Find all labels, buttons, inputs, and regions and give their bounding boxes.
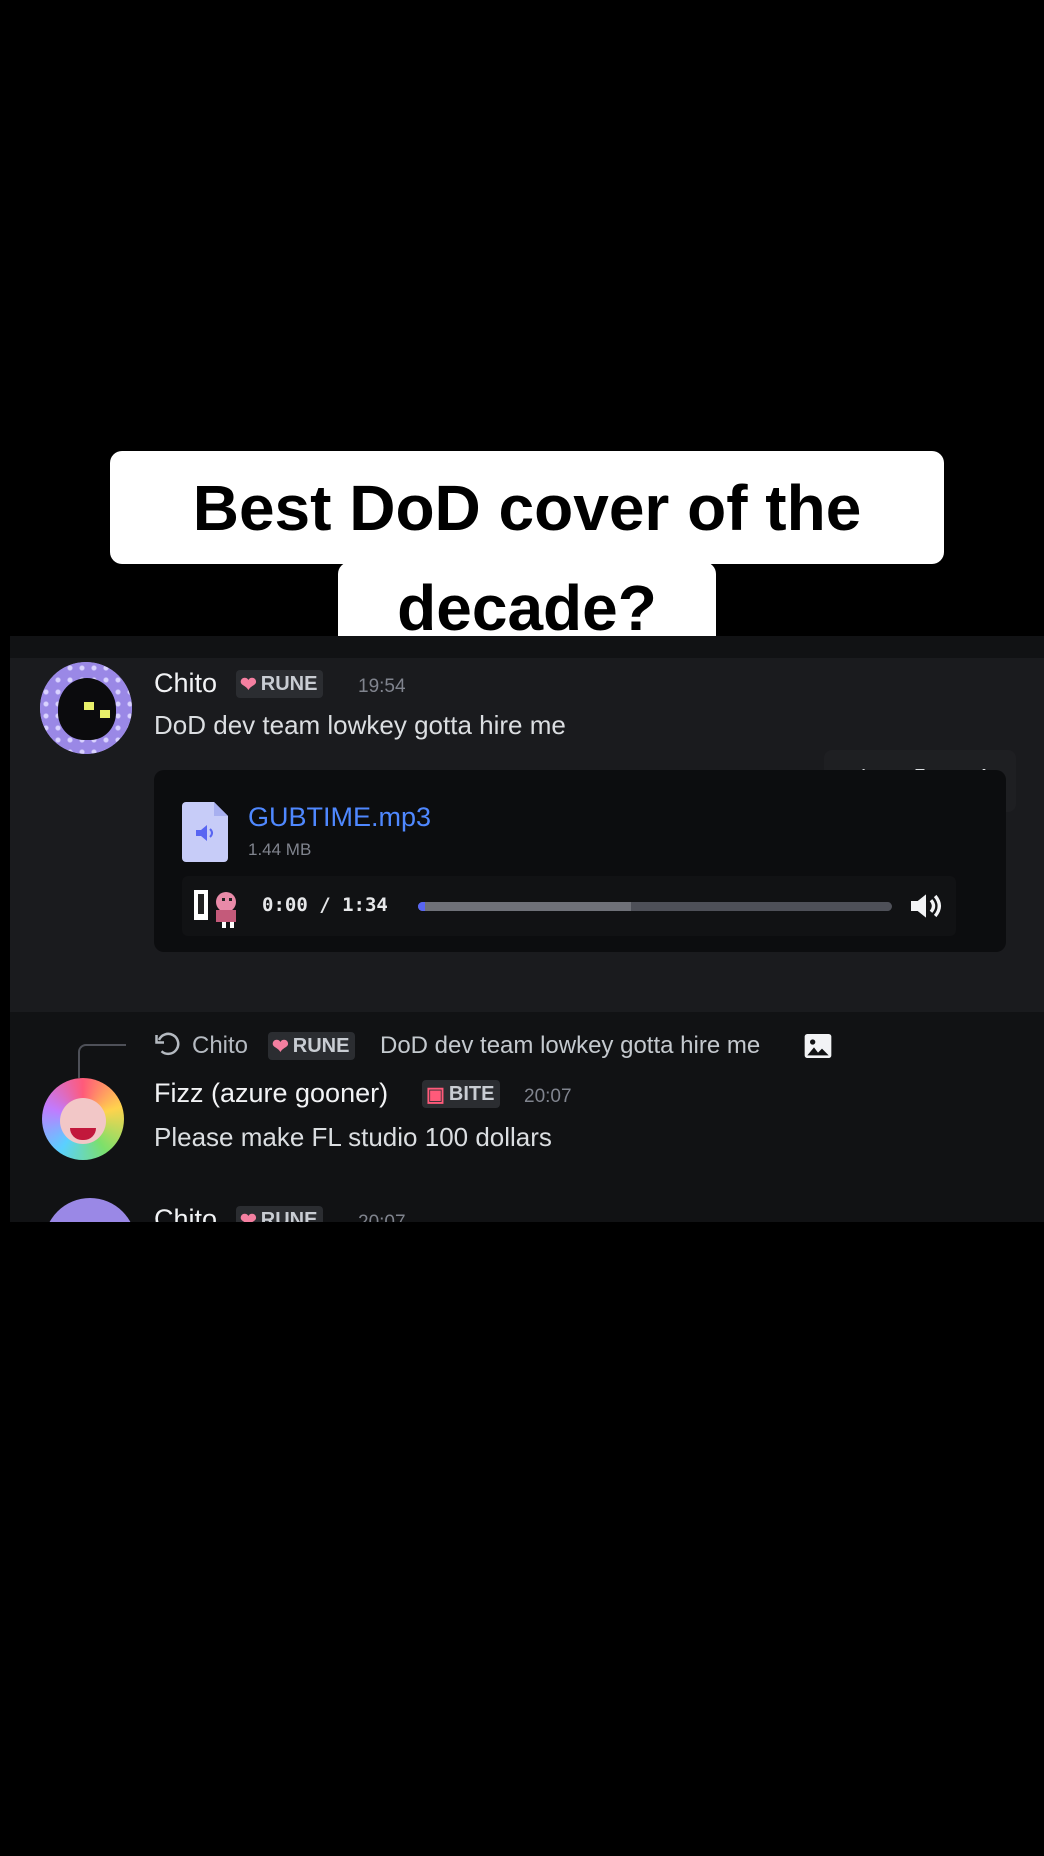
audio-player: 0:00 / 1:34 [182, 876, 956, 936]
username[interactable]: Chito [154, 1204, 217, 1222]
seek-bar[interactable] [418, 902, 892, 911]
role-badge[interactable]: ❤ RUNE [236, 670, 324, 698]
file-name-link[interactable]: GUBTIME.mp3 [248, 802, 431, 833]
reply-role-badge: ❤ RUNE [268, 1032, 356, 1060]
timestamp: 20:07 [358, 1212, 406, 1222]
caption-text-1: Best DoD cover of the [192, 471, 862, 544]
message-text: Please make FL studio 100 dollars [154, 1122, 552, 1152]
reply-username[interactable]: Chito [192, 1032, 248, 1060]
timestamp: 19:54 [358, 676, 406, 697]
caption-text-2: decade? [397, 572, 657, 644]
sprite-icon [194, 890, 236, 928]
heart-icon: ❤ [272, 1035, 289, 1058]
reply-connector [78, 1044, 126, 1078]
username[interactable]: Fizz (azure gooner) [154, 1078, 388, 1109]
badge-label: RUNE [260, 672, 318, 695]
file-size: 1.44 MB [248, 840, 312, 859]
audio-attachment: GUBTIME.mp3 1.44 MB 0:00 / 1:34 [154, 770, 1006, 952]
audio-file-icon [182, 802, 228, 862]
avatar[interactable] [42, 1078, 124, 1160]
badge-label: RUNE [260, 1208, 318, 1223]
caption-line-1: Best DoD cover of the [110, 451, 944, 564]
reply-text[interactable]: DoD dev team lowkey gotta hire me [380, 1032, 760, 1060]
volume-icon[interactable] [904, 886, 948, 926]
badge-label: BITE [448, 1082, 495, 1105]
role-badge[interactable]: ▣ BITE [422, 1080, 501, 1108]
playback-time: 0:00 / 1:34 [262, 894, 388, 916]
timestamp: 20:07 [524, 1086, 572, 1107]
image-icon [804, 1034, 832, 1058]
heart-icon: ❤ [240, 673, 257, 696]
message-text: DoD dev team lowkey gotta hire me [154, 710, 566, 740]
chat-panel: Chito ❤ RUNE 19:54 DoD dev team lowkey g… [10, 636, 1044, 1222]
username[interactable]: Chito [154, 668, 217, 699]
avatar[interactable] [44, 1198, 136, 1222]
badge-label: RUNE [292, 1034, 350, 1057]
role-badge[interactable]: ❤ RUNE [236, 1206, 324, 1223]
avatar[interactable] [40, 662, 132, 754]
reply-arrow-icon [155, 1032, 180, 1056]
heart-icon: ❤ [240, 1209, 257, 1223]
camera-icon: ▣ [426, 1083, 445, 1106]
